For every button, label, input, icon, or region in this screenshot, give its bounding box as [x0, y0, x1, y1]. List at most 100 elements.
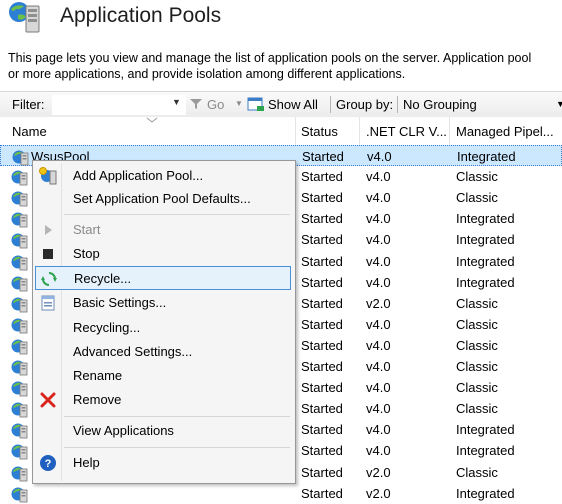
- remove-x-icon: [40, 392, 56, 408]
- column-name[interactable]: Name: [12, 124, 47, 139]
- pool-clr-version: v4.0: [366, 253, 391, 269]
- column-divider[interactable]: [359, 117, 360, 145]
- app-pool-icon: [11, 233, 28, 249]
- menu-item-view-applications[interactable]: View Applications: [35, 419, 291, 443]
- basic-settings-icon: [41, 295, 55, 311]
- pool-managed-pipeline: Classic: [456, 401, 498, 417]
- go-funnel-icon: [190, 99, 202, 109]
- pool-status: Started: [301, 359, 343, 374]
- toolbar-separator: [330, 96, 331, 113]
- go-dropdown-arrow-icon[interactable]: ▼: [235, 99, 243, 108]
- app-pool-icon: [11, 360, 28, 376]
- pool-managed-pipeline: Integrated: [456, 274, 515, 290]
- menu-separator: [64, 214, 290, 215]
- pool-status: Started: [301, 274, 343, 290]
- pool-managed-pipeline: Classic: [456, 464, 498, 480]
- page-header: Application Pools: [0, 0, 562, 40]
- column-managed-pipeline[interactable]: Managed Pipel...: [456, 124, 554, 139]
- description-line-1: This page lets you view and manage the l…: [8, 51, 532, 65]
- app-pool-icon: [11, 255, 28, 270]
- pool-clr-version: v4.0: [367, 149, 392, 164]
- pool-status: Started: [301, 253, 343, 269]
- pool-clr-version: v4.0: [366, 380, 391, 396]
- pool-clr-version: v4.0: [366, 422, 391, 438]
- pool-managed-pipeline: Classic: [456, 359, 498, 374]
- menu-item-remove[interactable]: Remove: [35, 388, 291, 412]
- pool-clr-version: v2.0: [366, 295, 391, 311]
- menu-item-label: Add Application Pool...: [73, 168, 204, 183]
- app-pool-icon: [11, 318, 28, 334]
- app-pool-icon: [11, 466, 28, 481]
- app-pool-icon: [11, 381, 28, 397]
- pool-status: Started: [301, 422, 343, 438]
- pool-status: Started: [301, 337, 343, 353]
- menu-item-set-defaults[interactable]: Set Application Pool Defaults...: [35, 187, 291, 211]
- pool-status: Started: [301, 443, 343, 459]
- menu-item-advanced-settings[interactable]: Advanced Settings...: [35, 340, 291, 364]
- menu-item-rename[interactable]: Rename: [35, 364, 291, 388]
- column-clr-version[interactable]: .NET CLR V...: [366, 124, 447, 139]
- menu-item-label: Start: [73, 222, 101, 237]
- filter-input[interactable]: [52, 95, 186, 115]
- pool-clr-version: v4.0: [366, 274, 391, 290]
- description-line-2: or more applications, and provide isolat…: [8, 67, 406, 81]
- pool-managed-pipeline: Integrated: [456, 211, 515, 227]
- toolbar-separator: [397, 96, 398, 113]
- show-all-icon: [247, 97, 264, 111]
- pool-clr-version: v4.0: [366, 190, 391, 206]
- menu-item-recycling[interactable]: Recycling...: [35, 316, 291, 340]
- menu-item-basic-settings[interactable]: Basic Settings...: [35, 291, 291, 315]
- pool-managed-pipeline: Integrated: [456, 443, 515, 459]
- column-divider[interactable]: [295, 117, 296, 145]
- table-row[interactable]: Started v2.0 Integrated: [0, 483, 562, 504]
- app-pool-icon: [11, 170, 28, 186]
- stop-icon: [43, 249, 53, 259]
- pool-managed-pipeline: Integrated: [456, 422, 515, 438]
- recycle-icon: [41, 272, 57, 286]
- filter-dropdown-arrow-icon[interactable]: ▼: [172, 97, 181, 107]
- pool-clr-version: v2.0: [366, 464, 391, 480]
- menu-item-start[interactable]: Start: [35, 218, 291, 242]
- menu-item-label: Basic Settings...: [73, 295, 167, 310]
- pool-clr-version: v4.0: [366, 169, 391, 185]
- pool-status: Started: [301, 169, 343, 185]
- menu-item-stop[interactable]: Stop: [35, 242, 291, 266]
- menu-item-label: Recycle...: [74, 271, 132, 286]
- app-pool-icon: [11, 191, 28, 207]
- pool-managed-pipeline: Classic: [456, 169, 498, 185]
- show-all-button[interactable]: Show All: [268, 97, 318, 112]
- app-pool-icon: [11, 444, 28, 460]
- app-pool-icon: [11, 423, 28, 439]
- pool-managed-pipeline: Classic: [456, 380, 498, 396]
- page-description: This page lets you view and manage the l…: [8, 50, 560, 82]
- menu-item-add-application-pool[interactable]: Add Application Pool...: [35, 164, 291, 188]
- go-button[interactable]: Go: [207, 97, 224, 112]
- pool-managed-pipeline: Integrated: [456, 232, 515, 248]
- group-by-dropdown-arrow-icon[interactable]: ▼: [556, 99, 562, 109]
- pool-clr-version: v4.0: [366, 211, 391, 227]
- pool-status: Started: [301, 485, 343, 501]
- group-by-label: Group by:: [336, 97, 394, 112]
- menu-item-label: Remove: [73, 392, 122, 407]
- menu-item-label: Set Application Pool Defaults...: [73, 191, 251, 206]
- column-header-row: Name Status .NET CLR V... Managed Pipel.…: [0, 117, 562, 146]
- app-pool-icon: [12, 150, 29, 166]
- menu-item-help[interactable]: ? Help: [35, 451, 291, 475]
- app-pool-icon: [11, 339, 28, 355]
- menu-item-recycle[interactable]: Recycle...: [35, 266, 291, 290]
- page-title: Application Pools: [60, 4, 222, 27]
- pool-managed-pipeline: Classic: [456, 190, 498, 206]
- pool-clr-version: v4.0: [366, 443, 391, 459]
- app-pool-icon: [11, 297, 28, 313]
- pool-status: Started: [301, 464, 343, 480]
- app-pool-icon: [11, 212, 28, 228]
- menu-separator: [64, 447, 290, 448]
- pool-clr-version: v4.0: [366, 337, 391, 353]
- pool-status: Started: [301, 232, 343, 248]
- group-by-select[interactable]: No Grouping: [403, 97, 477, 112]
- pool-clr-version: v4.0: [366, 359, 391, 374]
- application-pools-icon: [9, 2, 40, 33]
- pool-clr-version: v4.0: [366, 316, 391, 332]
- column-divider[interactable]: [449, 117, 450, 145]
- column-status[interactable]: Status: [301, 124, 338, 139]
